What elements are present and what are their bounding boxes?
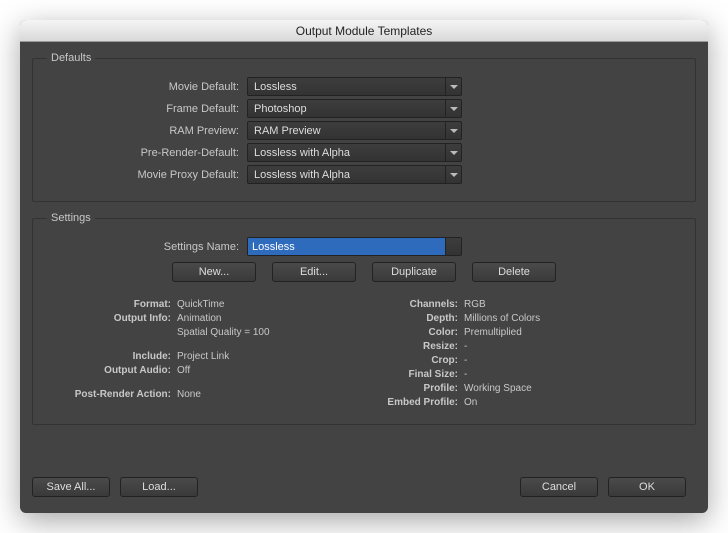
proxy-default-label: Movie Proxy Default:: [47, 169, 247, 181]
settings-group: Settings Settings Name: Lossless New... …: [32, 212, 696, 425]
prerender-default-dropdown[interactable]: Lossless with Alpha: [247, 143, 462, 162]
chevron-down-icon: [445, 78, 461, 95]
details-left-column: Format:QuickTime Output Info:Animation S…: [67, 298, 354, 410]
crop-label: Crop:: [374, 354, 464, 368]
movie-default-label: Movie Default:: [47, 81, 247, 93]
channels-label: Channels:: [374, 298, 464, 312]
ram-preview-row: RAM Preview: RAM Preview: [47, 121, 681, 140]
color-label: Color:: [374, 326, 464, 340]
save-all-button[interactable]: Save All...: [32, 477, 110, 497]
ok-button[interactable]: OK: [608, 477, 686, 497]
movie-default-row: Movie Default: Lossless: [47, 77, 681, 96]
frame-default-value: Photoshop: [254, 103, 445, 115]
settings-name-label: Settings Name:: [47, 241, 247, 253]
chevron-down-icon: [445, 238, 461, 255]
depth-value: Millions of Colors: [464, 312, 540, 326]
final-size-label: Final Size:: [374, 368, 464, 382]
audio-value: Off: [177, 364, 190, 378]
prerender-default-value: Lossless with Alpha: [254, 147, 445, 159]
edit-button[interactable]: Edit...: [272, 262, 356, 282]
settings-name-input[interactable]: Lossless: [247, 237, 462, 256]
final-size-value: -: [464, 368, 467, 382]
proxy-default-value: Lossless with Alpha: [254, 169, 445, 181]
profile-value: Working Space: [464, 382, 532, 396]
audio-label: Output Audio:: [67, 364, 177, 378]
new-button[interactable]: New...: [172, 262, 256, 282]
prerender-default-row: Pre-Render-Default: Lossless with Alpha: [47, 143, 681, 162]
resize-label: Resize:: [374, 340, 464, 354]
resize-value: -: [464, 340, 467, 354]
chevron-down-icon: [445, 166, 461, 183]
channels-value: RGB: [464, 298, 486, 312]
dialog-window: Output Module Templates Defaults Movie D…: [20, 20, 708, 513]
footer-spacer: [208, 477, 520, 497]
proxy-default-row: Movie Proxy Default: Lossless with Alpha: [47, 165, 681, 184]
frame-default-dropdown[interactable]: Photoshop: [247, 99, 462, 118]
chevron-down-icon: [445, 122, 461, 139]
load-button[interactable]: Load...: [120, 477, 198, 497]
movie-default-value: Lossless: [254, 81, 445, 93]
dialog-content: Defaults Movie Default: Lossless Frame D…: [20, 42, 708, 513]
proxy-default-dropdown[interactable]: Lossless with Alpha: [247, 165, 462, 184]
format-label: Format:: [67, 298, 177, 312]
defaults-group: Defaults Movie Default: Lossless Frame D…: [32, 52, 696, 202]
color-value: Premultiplied: [464, 326, 522, 340]
settings-name-value: Lossless: [248, 238, 445, 255]
defaults-legend: Defaults: [47, 52, 95, 64]
output-info-value: Animation: [177, 312, 221, 326]
output-info-label: Output Info:: [67, 312, 177, 326]
chevron-down-icon: [445, 144, 461, 161]
post-render-value: None: [177, 388, 201, 402]
post-render-label: Post-Render Action:: [67, 388, 177, 402]
frame-default-row: Frame Default: Photoshop: [47, 99, 681, 118]
prerender-default-label: Pre-Render-Default:: [47, 147, 247, 159]
ram-preview-dropdown[interactable]: RAM Preview: [247, 121, 462, 140]
spatial-value: Spatial Quality = 100: [177, 326, 270, 340]
details-right-column: Channels:RGB Depth:Millions of Colors Co…: [374, 298, 661, 410]
format-value: QuickTime: [177, 298, 224, 312]
embed-value: On: [464, 396, 477, 410]
depth-label: Depth:: [374, 312, 464, 326]
frame-default-label: Frame Default:: [47, 103, 247, 115]
settings-name-row: Settings Name: Lossless: [47, 237, 681, 256]
settings-legend: Settings: [47, 212, 95, 224]
ram-preview-value: RAM Preview: [254, 125, 445, 137]
delete-button[interactable]: Delete: [472, 262, 556, 282]
include-value: Project Link: [177, 350, 229, 364]
settings-details: Format:QuickTime Output Info:Animation S…: [47, 294, 681, 410]
duplicate-button[interactable]: Duplicate: [372, 262, 456, 282]
embed-label: Embed Profile:: [374, 396, 464, 410]
include-label: Include:: [67, 350, 177, 364]
cancel-button[interactable]: Cancel: [520, 477, 598, 497]
dialog-footer: Save All... Load... Cancel OK: [32, 473, 696, 503]
ram-preview-label: RAM Preview:: [47, 125, 247, 137]
spatial-label: [67, 326, 177, 340]
profile-label: Profile:: [374, 382, 464, 396]
titlebar: Output Module Templates: [20, 20, 708, 42]
chevron-down-icon: [445, 100, 461, 117]
window-title: Output Module Templates: [296, 24, 433, 38]
movie-default-dropdown[interactable]: Lossless: [247, 77, 462, 96]
crop-value: -: [464, 354, 467, 368]
settings-button-row: New... Edit... Duplicate Delete: [47, 262, 681, 282]
